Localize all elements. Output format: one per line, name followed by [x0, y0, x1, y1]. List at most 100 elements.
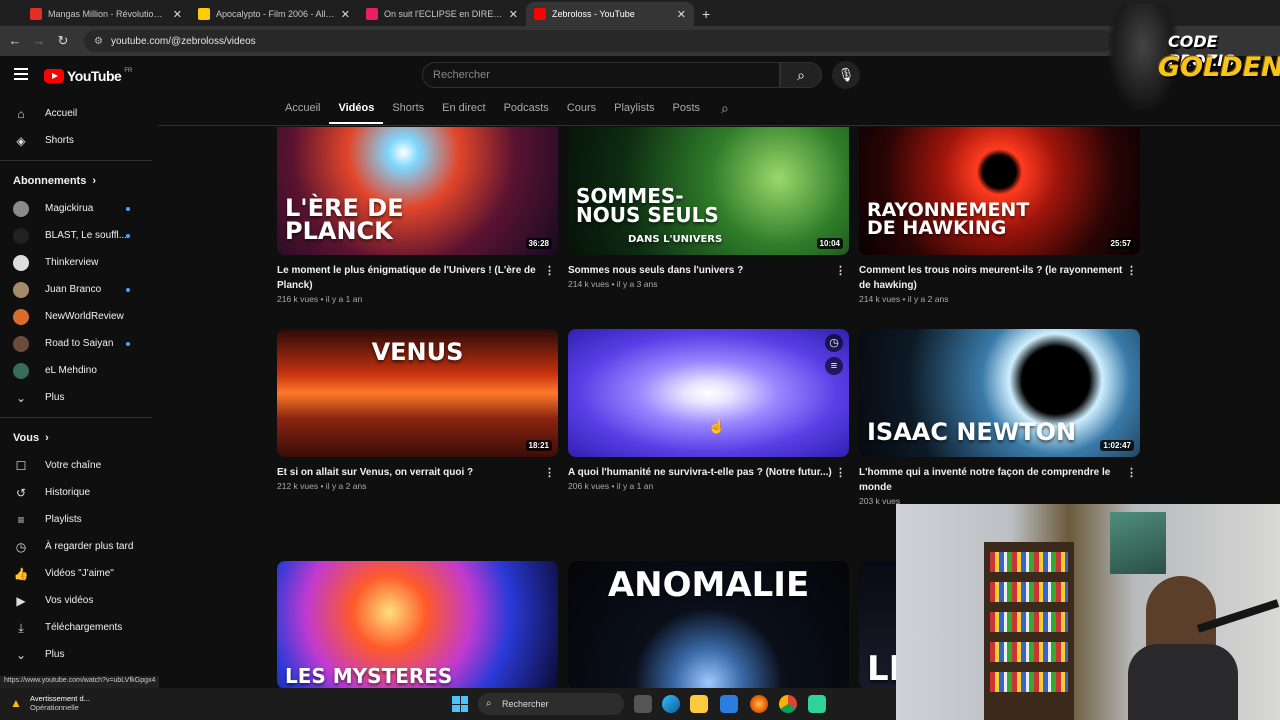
- sidebar-item-accueil[interactable]: ⌂ Accueil: [0, 100, 152, 127]
- tab-cours[interactable]: Cours: [558, 98, 605, 124]
- video-thumbnail[interactable]: LES MYSTERES: [277, 561, 558, 689]
- new-content-dot: [126, 207, 130, 211]
- video-thumbnail[interactable]: VENUS 18:21: [277, 329, 558, 457]
- sidebar-item-label: Historique: [45, 487, 91, 498]
- microphone-icon[interactable]: 🎙: [832, 61, 860, 89]
- reload-icon[interactable]: ↻: [54, 32, 72, 50]
- close-tab-icon[interactable]: ✕: [509, 8, 518, 21]
- forward-arrow-icon[interactable]: →: [30, 32, 48, 50]
- video-thumbnail[interactable]: ISAAC NEWTON 1:02:47: [859, 329, 1140, 457]
- video-title[interactable]: Sommes nous seuls dans l'univers ?: [568, 263, 849, 278]
- tab-playlists[interactable]: Playlists: [605, 98, 663, 124]
- video-title[interactable]: L'homme qui a inventé notre façon de com…: [859, 465, 1140, 495]
- sidebar-item-label: Téléchargements: [45, 622, 123, 633]
- video-thumbnail[interactable]: ANOMALIE: [568, 561, 849, 689]
- browser-tab-2[interactable]: Apocalypto - Film 2006 - AlloC ✕: [190, 2, 358, 26]
- video-card[interactable]: ISAAC NEWTON 1:02:47 L'homme qui a inventé…: [859, 329, 1140, 506]
- sidebar-item-channel[interactable]: ☐ Votre chaîne: [0, 452, 152, 479]
- video-title[interactable]: Le moment le plus énigmatique de l'Unive…: [277, 263, 558, 293]
- sidebar-item-subscription[interactable]: NewWorldReview: [0, 303, 152, 330]
- sidebar-item-subscription[interactable]: Road to Saiyan: [0, 330, 152, 357]
- video-thumbnail[interactable]: RAYONNEMENT DE HAWKING 25:57: [859, 127, 1140, 255]
- menu-icon[interactable]: [14, 68, 28, 83]
- sidebar-item-download[interactable]: ⤓ Téléchargements: [0, 614, 152, 641]
- sidebar-item-subs-more[interactable]: ⌄ Plus: [0, 384, 152, 411]
- more-options-icon[interactable]: ⋮: [544, 266, 555, 277]
- sidebar-item-subscription[interactable]: Magickirua: [0, 195, 152, 222]
- sidebar-item-subscription[interactable]: eL Mehdino: [0, 357, 152, 384]
- add-to-queue-icon[interactable]: ≡: [825, 357, 843, 375]
- sidebar-item-shorts[interactable]: ◈ Shorts: [0, 127, 152, 154]
- address-bar[interactable]: ⚙ youtube.com/@zebroloss/videos: [84, 30, 1114, 52]
- search-input[interactable]: Rechercher: [422, 62, 780, 88]
- video-title[interactable]: Et si on allait sur Venus, on verrait qu…: [277, 465, 558, 480]
- video-thumbnail[interactable]: SOMMES-NOUS SEULS DANS L'UNIVERS 10:04: [568, 127, 849, 255]
- site-info-icon[interactable]: ⚙: [94, 36, 103, 47]
- tab-title: Apocalypto - Film 2006 - AlloC: [216, 9, 335, 19]
- file-explorer-icon[interactable]: [690, 695, 708, 713]
- divider: [158, 125, 1280, 126]
- chevron-down-icon: ⌄: [15, 390, 27, 405]
- tab-podcasts[interactable]: Podcasts: [495, 98, 558, 124]
- video-thumbnail[interactable]: ◷ ≡: [568, 329, 849, 457]
- sidebar-item-label: Vos vidéos: [45, 595, 94, 606]
- sidebar-item-chevron-down[interactable]: ⌄ Plus: [0, 641, 152, 668]
- tab-posts[interactable]: Posts: [664, 98, 710, 124]
- taskbar-search[interactable]: ⌕ Rechercher: [478, 693, 624, 715]
- tab-videos[interactable]: Vidéos: [329, 98, 384, 124]
- warning-icon: ▲: [10, 696, 22, 710]
- new-tab-icon[interactable]: +: [702, 6, 710, 22]
- subscriptions-heading[interactable]: Abonnements ›: [0, 167, 152, 195]
- channel-search-icon[interactable]: ⌕: [709, 98, 741, 124]
- tab-en-direct[interactable]: En direct: [433, 98, 494, 124]
- sidebar-item-subscription[interactable]: Thinkerview: [0, 249, 152, 276]
- video-card[interactable]: RAYONNEMENT DE HAWKING 25:57 Comment les t…: [859, 127, 1140, 304]
- avatar: [13, 362, 29, 379]
- store-icon[interactable]: [720, 695, 738, 713]
- browser-tab-4-active[interactable]: Zebroloss - YouTube ✕: [526, 2, 694, 26]
- video-title[interactable]: A quoi l'humanité ne survivra-t-elle pas…: [568, 465, 849, 480]
- firefox-icon[interactable]: [750, 695, 768, 713]
- back-arrow-icon[interactable]: ←: [6, 32, 24, 50]
- close-tab-icon[interactable]: ✕: [677, 8, 686, 21]
- sidebar-item-playlists[interactable]: ≡ Playlists: [0, 506, 152, 533]
- new-content-dot: [126, 342, 130, 346]
- edge-icon[interactable]: [662, 695, 680, 713]
- video-card[interactable]: VENUS 18:21 Et si on allait sur Venus, on …: [277, 329, 558, 491]
- more-options-icon[interactable]: ⋮: [544, 468, 555, 479]
- more-options-icon[interactable]: ⋮: [1126, 468, 1137, 479]
- sidebar-item-watch-later[interactable]: ◷ À regarder plus tard: [0, 533, 152, 560]
- video-card[interactable]: ANOMALIE: [568, 561, 849, 689]
- task-view-icon[interactable]: [634, 695, 652, 713]
- sidebar-item-like[interactable]: 👍 Vidéos "J'aime": [0, 560, 152, 587]
- sidebar-item-subscription[interactable]: Juan Branco: [0, 276, 152, 303]
- video-card[interactable]: SOMMES-NOUS SEULS DANS L'UNIVERS 10:04 Somm…: [568, 127, 849, 289]
- youtube-logo[interactable]: YouTube FR: [44, 68, 132, 84]
- weather-warning-widget[interactable]: ▲ Avertissement d... Opérationnelle: [10, 694, 90, 712]
- search-icon[interactable]: ⌕: [780, 62, 822, 88]
- sidebar-item-your-videos[interactable]: ▶ Vos vidéos: [0, 587, 152, 614]
- tab-accueil[interactable]: Accueil: [276, 98, 329, 124]
- sidebar-item-history[interactable]: ↺ Historique: [0, 479, 152, 506]
- you-heading[interactable]: Vous ›: [0, 424, 152, 452]
- video-card[interactable]: L'ÈRE DE PLANCK 36:28 Le moment le plus én…: [277, 127, 558, 304]
- tab-shorts[interactable]: Shorts: [383, 98, 433, 124]
- warning-subtitle: Opérationnelle: [30, 703, 79, 712]
- sidebar-item-subscription[interactable]: BLAST, Le souffl...: [0, 222, 152, 249]
- windows-start-icon[interactable]: [452, 696, 468, 712]
- watch-later-icon[interactable]: ◷: [825, 334, 843, 352]
- browser-tab-3[interactable]: On suit l'ECLIPSE en DIRECT de ✕: [358, 2, 526, 26]
- more-options-icon[interactable]: ⋮: [835, 266, 846, 277]
- chrome-icon[interactable]: [779, 695, 797, 713]
- browser-tab-1[interactable]: Mangas Million - Révolution de ✕: [22, 2, 190, 26]
- video-title[interactable]: Comment les trous noirs meurent-ils ? (l…: [859, 263, 1140, 293]
- video-card[interactable]: ◷ ≡ A quoi l'humanité ne survivra-t-elle p…: [568, 329, 849, 491]
- app-icon[interactable]: [808, 695, 826, 713]
- video-thumbnail[interactable]: L'ÈRE DE PLANCK 36:28: [277, 127, 558, 255]
- close-tab-icon[interactable]: ✕: [341, 8, 350, 21]
- close-tab-icon[interactable]: ✕: [173, 8, 182, 21]
- more-options-icon[interactable]: ⋮: [1126, 266, 1137, 277]
- more-options-icon[interactable]: ⋮: [835, 468, 846, 479]
- code-promo-overlay: CODE PROZIS GOLDENG: [1108, 4, 1280, 110]
- video-card[interactable]: LES MYSTERES: [277, 561, 558, 689]
